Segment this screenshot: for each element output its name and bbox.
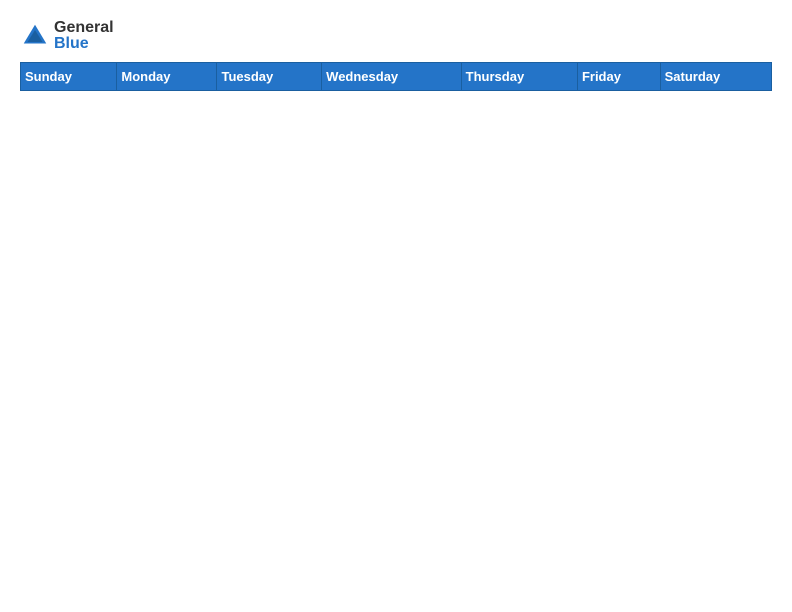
- weekday-header: Friday: [577, 63, 660, 91]
- calendar-header-row: SundayMondayTuesdayWednesdayThursdayFrid…: [21, 63, 772, 91]
- logo: General Blue: [20, 20, 114, 52]
- logo-general: General: [54, 20, 114, 36]
- calendar-table: SundayMondayTuesdayWednesdayThursdayFrid…: [20, 62, 772, 91]
- logo-blue: Blue: [54, 36, 114, 52]
- weekday-header: Saturday: [660, 63, 771, 91]
- logo-icon: [20, 21, 50, 51]
- weekday-header: Tuesday: [217, 63, 322, 91]
- weekday-header: Monday: [117, 63, 217, 91]
- page-header: General Blue: [20, 20, 772, 52]
- weekday-header: Wednesday: [322, 63, 462, 91]
- weekday-header: Thursday: [461, 63, 577, 91]
- weekday-header: Sunday: [21, 63, 117, 91]
